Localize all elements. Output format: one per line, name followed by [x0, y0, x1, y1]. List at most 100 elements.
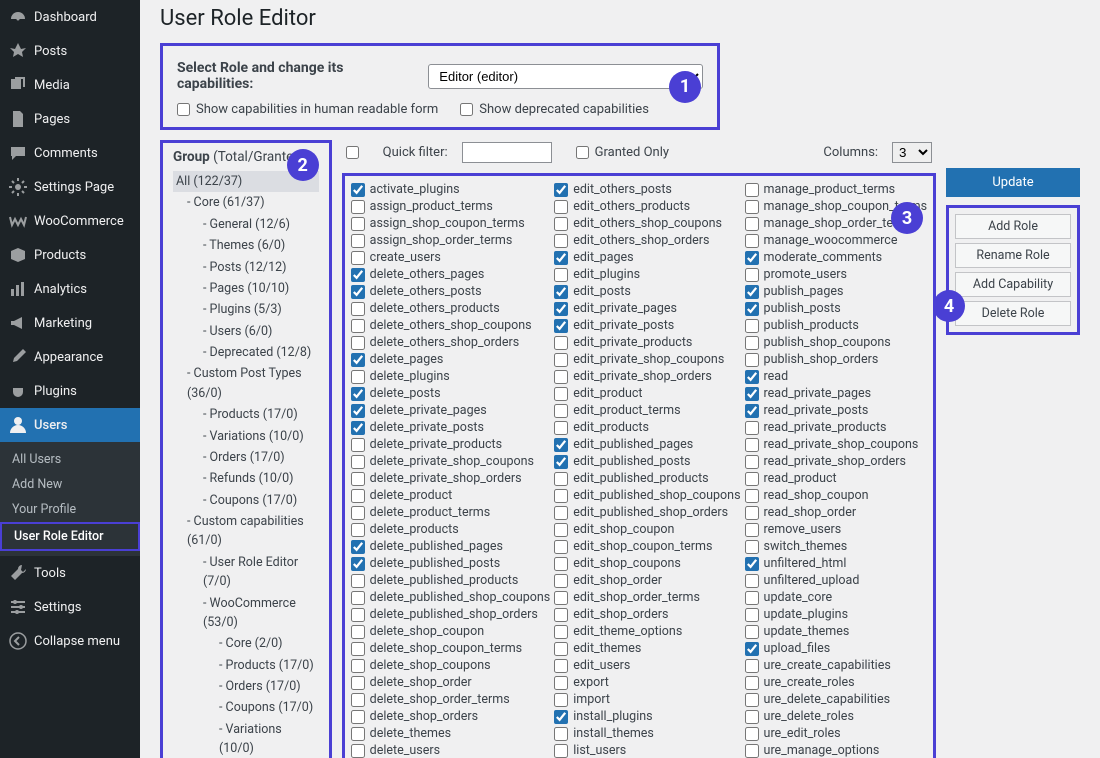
capability-item[interactable]: remove_users	[745, 522, 928, 539]
capability-checkbox[interactable]	[554, 523, 568, 537]
tree-item[interactable]: - Users (6/0)	[173, 321, 319, 342]
capability-item[interactable]: edit_users	[554, 658, 740, 675]
capability-checkbox[interactable]	[745, 319, 759, 333]
capability-item[interactable]: edit_themes	[554, 641, 740, 658]
capability-checkbox[interactable]	[745, 370, 759, 384]
capability-item[interactable]: read_private_products	[745, 420, 928, 437]
capability-item[interactable]: update_themes	[745, 624, 928, 641]
add-capability-button[interactable]: Add Capability	[955, 272, 1071, 297]
capability-item[interactable]: edit_published_posts	[554, 454, 740, 471]
capability-item[interactable]: edit_private_shop_coupons	[554, 352, 740, 369]
sidebar-item-media[interactable]: Media	[0, 68, 140, 102]
capability-item[interactable]: unfiltered_upload	[745, 573, 928, 590]
capability-checkbox[interactable]	[745, 302, 759, 316]
capability-checkbox[interactable]	[745, 625, 759, 639]
capability-item[interactable]: delete_shop_order	[351, 675, 551, 692]
capability-checkbox[interactable]	[745, 285, 759, 299]
capability-item[interactable]: assign_shop_coupon_terms	[351, 216, 551, 233]
capability-checkbox[interactable]	[554, 336, 568, 350]
capability-checkbox[interactable]	[554, 319, 568, 333]
capability-checkbox[interactable]	[745, 659, 759, 673]
capability-checkbox[interactable]	[554, 540, 568, 554]
capability-item[interactable]: edit_private_shop_orders	[554, 369, 740, 386]
tree-item[interactable]: - WooCommerce (53/0)	[173, 593, 319, 634]
capability-checkbox[interactable]	[351, 540, 365, 554]
capability-checkbox[interactable]	[554, 438, 568, 452]
capability-item[interactable]: delete_posts	[351, 386, 551, 403]
capability-item[interactable]: publish_posts	[745, 301, 928, 318]
capability-checkbox[interactable]	[554, 676, 568, 690]
capability-item[interactable]: edit_private_products	[554, 335, 740, 352]
capability-item[interactable]: read	[745, 369, 928, 386]
sidebar-sub-all-users[interactable]: All Users	[0, 447, 140, 472]
capability-item[interactable]: ure_delete_capabilities	[745, 692, 928, 709]
capability-checkbox[interactable]	[351, 404, 365, 418]
capability-checkbox[interactable]	[554, 404, 568, 418]
capability-checkbox[interactable]	[554, 268, 568, 282]
capability-checkbox[interactable]	[554, 659, 568, 673]
capability-checkbox[interactable]	[554, 183, 568, 197]
capability-checkbox[interactable]	[745, 557, 759, 571]
capability-item[interactable]: read_private_pages	[745, 386, 928, 403]
capability-checkbox[interactable]	[351, 659, 365, 673]
capability-checkbox[interactable]	[554, 557, 568, 571]
capability-checkbox[interactable]	[554, 387, 568, 401]
capability-checkbox[interactable]	[554, 574, 568, 588]
capability-checkbox[interactable]	[554, 302, 568, 316]
sidebar-item-products[interactable]: Products	[0, 238, 140, 272]
capability-checkbox[interactable]	[745, 472, 759, 486]
capability-item[interactable]: edit_posts	[554, 284, 740, 301]
sidebar-item-plugins[interactable]: Plugins	[0, 374, 140, 408]
capability-item[interactable]: delete_others_shop_coupons	[351, 318, 551, 335]
capability-checkbox[interactable]	[745, 421, 759, 435]
tree-item[interactable]: - Core (2/0)	[173, 633, 319, 654]
tree-item[interactable]: - Deprecated (12/8)	[173, 342, 319, 363]
capability-checkbox[interactable]	[745, 268, 759, 282]
capability-item[interactable]: install_themes	[554, 726, 740, 743]
tree-item[interactable]: - Variations (10/0)	[173, 719, 319, 758]
capability-checkbox[interactable]	[351, 489, 365, 503]
capability-checkbox[interactable]	[351, 200, 365, 214]
capability-item[interactable]: assign_shop_order_terms	[351, 233, 551, 250]
capability-item[interactable]: read_shop_order	[745, 505, 928, 522]
capability-checkbox[interactable]	[351, 302, 365, 316]
sidebar-sub-user-role-editor[interactable]: User Role Editor	[0, 522, 140, 551]
capability-item[interactable]: export	[554, 675, 740, 692]
capability-item[interactable]: edit_published_shop_orders	[554, 505, 740, 522]
capability-item[interactable]: import	[554, 692, 740, 709]
add-role-button[interactable]: Add Role	[955, 214, 1071, 239]
tree-item[interactable]: - Posts (12/12)	[173, 257, 319, 278]
capability-checkbox[interactable]	[351, 421, 365, 435]
capability-checkbox[interactable]	[554, 642, 568, 656]
capability-item[interactable]: promote_users	[745, 267, 928, 284]
capability-item[interactable]: delete_published_products	[351, 573, 551, 590]
capability-item[interactable]: update_core	[745, 590, 928, 607]
capability-item[interactable]: read_product	[745, 471, 928, 488]
capability-item[interactable]: edit_published_shop_coupons	[554, 488, 740, 505]
sidebar-item-settings-page[interactable]: Settings Page	[0, 170, 140, 204]
tree-item[interactable]: - General (12/6)	[173, 214, 319, 235]
capability-checkbox[interactable]	[745, 251, 759, 265]
capability-checkbox[interactable]	[745, 710, 759, 724]
sidebar-item-users[interactable]: Users	[0, 408, 140, 442]
capability-checkbox[interactable]	[351, 319, 365, 333]
capability-item[interactable]: delete_private_products	[351, 437, 551, 454]
capability-item[interactable]: read_private_shop_coupons	[745, 437, 928, 454]
capability-item[interactable]: delete_shop_coupons	[351, 658, 551, 675]
capability-item[interactable]: delete_pages	[351, 352, 551, 369]
tree-item[interactable]: - Coupons (17/0)	[173, 490, 319, 511]
capability-checkbox[interactable]	[554, 506, 568, 520]
capability-checkbox[interactable]	[745, 574, 759, 588]
capability-item[interactable]: assign_product_terms	[351, 199, 551, 216]
capability-checkbox[interactable]	[554, 370, 568, 384]
capability-item[interactable]: delete_others_products	[351, 301, 551, 318]
capability-item[interactable]: ure_edit_roles	[745, 726, 928, 743]
capability-item[interactable]: edit_shop_coupon	[554, 522, 740, 539]
capability-checkbox[interactable]	[745, 523, 759, 537]
tree-item[interactable]: - Orders (17/0)	[173, 676, 319, 697]
capability-checkbox[interactable]	[554, 591, 568, 605]
capability-item[interactable]: delete_shop_orders	[351, 709, 551, 726]
capability-checkbox[interactable]	[745, 693, 759, 707]
capability-checkbox[interactable]	[351, 217, 365, 231]
sidebar-item-pages[interactable]: Pages	[0, 102, 140, 136]
